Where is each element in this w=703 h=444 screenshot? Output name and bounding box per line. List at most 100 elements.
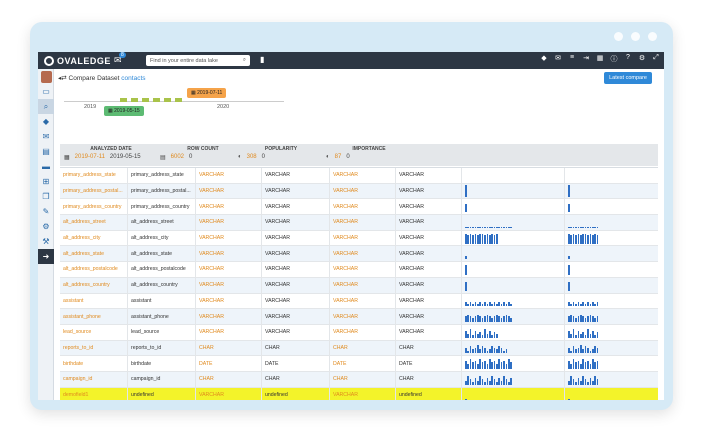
histogram-bar [500,362,503,370]
timeline-segment[interactable] [142,98,149,102]
list-icon[interactable]: ≡ [568,54,576,64]
histogram-bar [568,203,570,213]
table-row[interactable]: alt_address_city alt_address_city VARCHAR V… [60,230,658,247]
type-c: VARCHAR [330,277,396,293]
table-row[interactable]: alt_address_country alt_address_country VA… [60,277,658,294]
histogram-bar [589,303,592,307]
search-icon[interactable]: ⌕ [243,57,246,64]
histogram-bar [476,380,479,385]
distribution-chart-a [462,262,565,277]
search-input[interactable]: Find in your entire data lake ⌕ [146,55,250,66]
timeline-segment[interactable] [120,98,127,102]
latest-compare-button[interactable]: Latest compare [604,72,652,84]
help-icon[interactable]: ? [624,54,632,64]
mail-icon[interactable]: ✉ [38,129,54,144]
search-icon[interactable]: ⌕ [38,99,54,114]
histogram-bar [479,332,481,338]
settings-icon[interactable]: ⚙ [38,219,54,234]
table-row[interactable]: assistant assistant VARCHAR VARCHAR VARCHAR V… [60,293,658,310]
table-row[interactable]: campaign_id campaign_id CHAR CHAR CHAR CHAR [60,371,658,388]
timeline-segment[interactable] [175,98,182,102]
histogram-bar [486,303,489,307]
histogram-bar [596,347,599,354]
bookmark-icon[interactable]: ▮ [260,55,264,64]
avatar[interactable] [38,69,54,84]
stat-value-a: 87 [334,154,342,160]
table-row[interactable]: alt_address_state alt_address_state VARCHA… [60,246,658,263]
histogram-bar [484,226,486,228]
histogram-bar [579,345,582,354]
selected-date-orange-label: 2019-07-11 [197,90,223,96]
selected-date-orange[interactable]: ▦ 2019-07-11 [187,88,227,98]
histogram-bar [467,315,469,323]
grid-icon[interactable]: ▦ [596,54,604,64]
type-c: VARCHAR [330,199,396,215]
histogram-bar [465,233,467,244]
histogram-bar [479,349,481,354]
document-icon[interactable]: ▤ [38,144,54,159]
copy-icon[interactable]: ❐ [38,189,54,204]
type-d: DATE [396,356,462,371]
column-name-a: birthdate [60,356,128,371]
distribution-chart-b [565,356,625,371]
type-c: DATE [330,356,396,371]
logout-icon[interactable]: ⇥ [582,54,590,64]
table-row[interactable]: alt_address_postalcode alt_address_postal… [60,262,658,278]
table-row[interactable]: primary_address_state primary_address_sta… [60,168,658,184]
info-icon[interactable]: ⓘ [610,54,618,64]
type-c: VARCHAR [330,324,396,340]
logo[interactable]: OVALEDGE [44,55,111,66]
user-settings-icon[interactable]: ⚒ [38,234,54,249]
table-row[interactable]: lead_source lead_source VARCHAR VARCHAR VARC… [60,324,658,341]
catalog-icon[interactable]: ▭ [38,84,54,99]
table-row[interactable]: demofield1 undefined VARCHAR undefined VARCH… [60,387,658,400]
histogram-bar [465,316,467,323]
histogram-bar [575,349,577,354]
histogram-bar [469,316,472,323]
timeline-segment[interactable] [131,98,138,102]
tag-icon[interactable]: ◆ [38,114,54,129]
table-row[interactable]: primary_address_country primary_address_c… [60,199,658,216]
distribution-chart-b [565,199,625,214]
histogram-bar [469,346,472,354]
histogram-bar [570,363,572,370]
histogram-bar [474,347,477,354]
tag-icon[interactable]: ◆ [540,54,548,64]
table-row[interactable]: alt_address_street alt_address_street VARC… [60,215,658,231]
histogram-bar [472,235,474,244]
table-row[interactable]: reports_to_id reports_to_id CHAR CHAR CHAR CH… [60,340,658,357]
histogram-bar [498,377,501,385]
mail-icon[interactable]: ✉ [554,54,562,64]
entity-link[interactable]: contacts [121,75,145,82]
next-icon[interactable]: ➜ [38,249,54,264]
expand-icon[interactable]: ⤢ [652,54,660,64]
window-dot-icon[interactable] [648,31,657,41]
type-d: VARCHAR [396,168,462,183]
collapse-icon[interactable]: ◂⇄ [58,75,67,82]
timeline-segment[interactable] [164,98,171,102]
histogram-bar [596,316,599,323]
tools-icon[interactable]: ✎ [38,204,54,219]
sidebar: ▭ ⌕ ◆ ✉ ▤ ▬ ⊞ ❐ ✎ ⚙ ⚒ ➜ [38,69,54,400]
selected-date-green[interactable]: ▦ 2019-05-15 [104,106,144,116]
table-row[interactable]: birthdate birthdate DATE DATE DATE DATE [60,356,658,372]
histogram-bar [496,233,498,244]
distribution-chart-b [565,278,625,293]
window-dot-icon[interactable] [614,31,623,41]
histogram-bar [484,360,486,370]
folder-icon[interactable]: ▬ [38,159,54,174]
histogram-bar [472,334,474,338]
histogram-bar [575,334,577,338]
histogram-bar [503,360,505,370]
histogram-bar [587,360,589,370]
settings-icon[interactable]: ⚙ [638,54,646,64]
query-icon[interactable]: ⊞ [38,174,54,189]
chat-icon[interactable]: ✉ 8 [114,52,126,66]
column-name-a: alt_address_street [60,215,128,230]
window-dot-icon[interactable] [631,31,640,41]
timeline-segment[interactable] [153,98,160,102]
table-row[interactable]: primary_address_postal... primary_address… [60,183,658,200]
table-row[interactable]: assistant_phone assistant_phone VARCHAR VAR… [60,309,658,325]
histogram-bar [467,363,469,370]
histogram-bar [568,282,570,291]
